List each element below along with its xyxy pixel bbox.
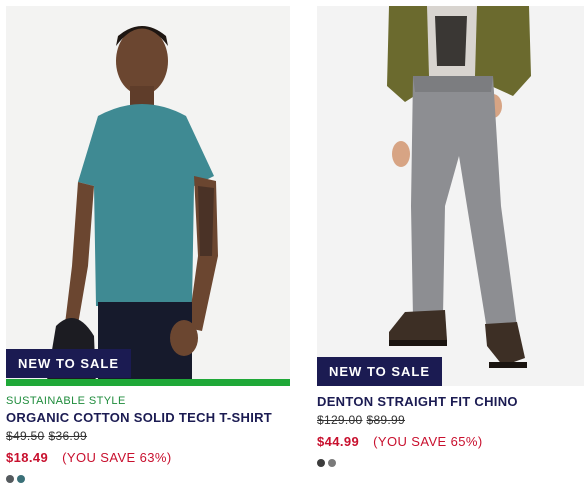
product-image[interactable]: NEW TO SALE: [6, 6, 290, 386]
product-info: DENTON STRAIGHT FIT CHINO $129.00 $89.99 …: [317, 386, 584, 471]
swatch-teal[interactable]: [17, 475, 25, 483]
sustainable-bar: [6, 379, 290, 386]
product-image[interactable]: NEW TO SALE: [317, 6, 584, 386]
original-prices: $129.00 $89.99: [317, 411, 584, 429]
original-price: $49.50: [6, 429, 45, 443]
product-card-chino[interactable]: NEW TO SALE DENTON STRAIGHT FIT CHINO $1…: [317, 6, 584, 471]
product-grid: NEW TO SALE SUSTAINABLE STYLE ORGANIC CO…: [0, 0, 585, 492]
product-title-link[interactable]: ORGANIC COTTON SOLID TECH T-SHIRT: [6, 409, 290, 427]
color-swatches: [6, 471, 290, 487]
new-to-sale-badge: NEW TO SALE: [6, 349, 132, 378]
sustainable-style-label: SUSTAINABLE STYLE: [6, 395, 126, 407]
savings-text: (YOU SAVE 63%): [62, 450, 172, 465]
original-price: $129.00: [317, 413, 363, 427]
tshirt-photo: [6, 6, 290, 386]
sale-price-row: $44.99 (YOU SAVE 65%): [317, 429, 584, 455]
new-to-sale-badge: NEW TO SALE: [317, 357, 443, 386]
product-card-tshirt[interactable]: NEW TO SALE SUSTAINABLE STYLE ORGANIC CO…: [6, 6, 290, 487]
chino-photo: [317, 6, 584, 386]
product-info: SUSTAINABLE STYLE ORGANIC COTTON SOLID T…: [6, 386, 290, 487]
color-swatches: [317, 455, 584, 471]
product-title-link[interactable]: DENTON STRAIGHT FIT CHINO: [317, 393, 584, 411]
sale-price: $44.99: [317, 434, 360, 449]
swatch-grey[interactable]: [328, 459, 336, 467]
previous-price: $36.99: [48, 429, 88, 443]
swatch-grey[interactable]: [6, 475, 14, 483]
previous-price: $89.99: [366, 413, 405, 427]
sale-price-row: $18.49 (YOU SAVE 63%): [6, 445, 290, 471]
sale-price: $18.49: [6, 450, 49, 465]
swatch-charcoal[interactable]: [317, 459, 325, 467]
original-prices: $49.50 $36.99: [6, 427, 290, 445]
savings-text: (YOU SAVE 65%): [373, 434, 483, 449]
